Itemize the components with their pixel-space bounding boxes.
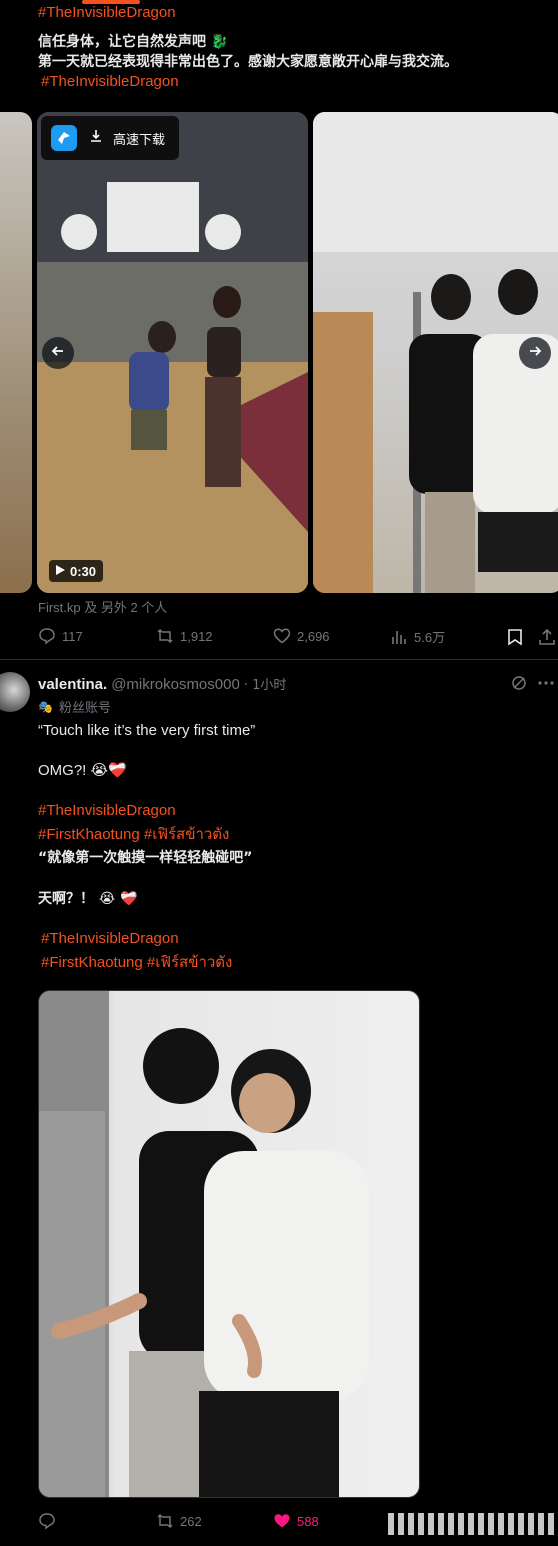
- repost-count-2: 262: [180, 1513, 202, 1529]
- views-button[interactable]: 5.6万: [390, 627, 445, 646]
- reply-button[interactable]: 117: [38, 627, 83, 645]
- post-text-line1: 信任身体，让它自然发声吧 🐉: [38, 34, 229, 50]
- like-button[interactable]: 2,696: [273, 627, 330, 645]
- hashtag-link-1[interactable]: #TheInvisibleDragon: [38, 802, 176, 819]
- grok-icon: [511, 675, 527, 691]
- repost-icon: [156, 627, 174, 645]
- avatar[interactable]: [0, 672, 30, 712]
- more-icon: [537, 675, 555, 691]
- carousel-video[interactable]: 高速下载 0:30: [37, 112, 308, 593]
- heart-icon: [273, 627, 291, 645]
- hashtag-link-2[interactable]: #FirstKhaotung #เฟิร์สข้าวตัง: [38, 822, 229, 846]
- video-thumbnail: [37, 112, 308, 593]
- play-icon: [56, 562, 65, 580]
- carousel-prev-button[interactable]: [42, 337, 74, 369]
- post-time[interactable]: · 1小时: [244, 674, 287, 693]
- like-count: 2,696: [297, 628, 330, 644]
- reply-icon: [38, 627, 56, 645]
- repost-button[interactable]: 1,912: [156, 627, 213, 645]
- post-divider: [0, 659, 558, 660]
- user-handle[interactable]: @mikrokosmos000: [111, 676, 240, 693]
- quote-en: “Touch like it’s the very first time”: [38, 722, 256, 739]
- quote-cn: “就像第一次触摸一样轻轻触碰吧”: [38, 850, 253, 866]
- download-icon: [89, 129, 103, 148]
- bookmark-icon: [507, 628, 523, 646]
- post-header: valentina. @mikrokosmos000 · 1小时: [38, 674, 286, 693]
- photo-content: [39, 991, 369, 1497]
- arrow-right-icon: [527, 343, 543, 364]
- hashtag-top[interactable]: #TheInvisibleDragon: [38, 4, 176, 21]
- omg-en: OMG?! 😭❤️‍🩹: [38, 762, 127, 779]
- post-text-line2: 第一天就已经表现得非常出色了。感谢大家愿意敞开心扉与我交流。: [38, 54, 458, 70]
- share-button[interactable]: [538, 628, 556, 646]
- duration-text: 0:30: [70, 563, 97, 579]
- download-label: 高速下载: [113, 132, 166, 148]
- app-logo-icon: [51, 125, 77, 151]
- heart-filled-icon: [273, 1512, 291, 1530]
- tagged-users[interactable]: First.kp 及 另外 2 个人: [38, 597, 167, 616]
- like-button-2[interactable]: 588: [273, 1512, 319, 1530]
- repost-count: 1,912: [180, 628, 213, 644]
- video-duration-badge: 0:30: [49, 560, 104, 582]
- reply-count: 117: [62, 628, 83, 644]
- fan-account-badge: 🎭 粉丝账号: [38, 697, 111, 717]
- post-image[interactable]: [38, 990, 420, 1498]
- carousel-next-button[interactable]: [519, 337, 551, 369]
- more-options-button[interactable]: [537, 675, 555, 691]
- repost-icon: [156, 1512, 174, 1530]
- views-icon: [390, 628, 408, 646]
- share-icon: [538, 628, 556, 646]
- views-count: 5.6万: [414, 630, 446, 645]
- reply-button-2[interactable]: [38, 1512, 56, 1530]
- hashtag-link-4[interactable]: #FirstKhaotung #เฟิร์สข้าวตัง: [41, 950, 232, 974]
- carousel-image-left[interactable]: [0, 112, 32, 593]
- reply-icon: [38, 1512, 56, 1530]
- hashtag-link-3[interactable]: #TheInvisibleDragon: [41, 930, 179, 947]
- mask-icon: 🎭: [38, 699, 53, 714]
- bookmark-button[interactable]: [507, 628, 523, 646]
- display-name[interactable]: valentina.: [38, 676, 107, 693]
- like-count-2: 588: [297, 1513, 319, 1529]
- grok-button[interactable]: [511, 675, 527, 691]
- watermark-overlay: [388, 1513, 558, 1535]
- arrow-left-icon: [50, 343, 66, 364]
- download-overlay[interactable]: 高速下载: [41, 116, 179, 160]
- hashtag-link[interactable]: #TheInvisibleDragon: [41, 73, 179, 90]
- fan-badge-label: 粉丝账号: [58, 701, 111, 716]
- omg-cn: 天啊？！ 😭 ❤️‍🩹: [38, 891, 138, 907]
- repost-button-2[interactable]: 262: [156, 1512, 202, 1530]
